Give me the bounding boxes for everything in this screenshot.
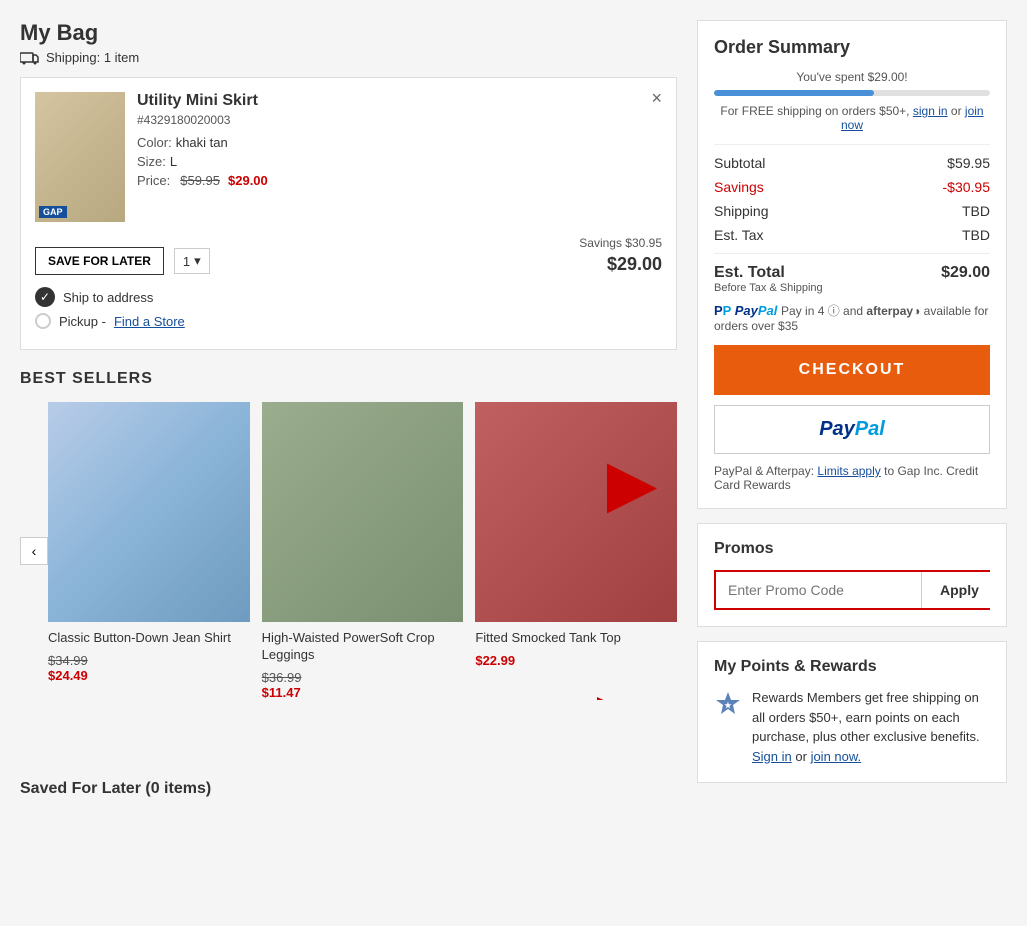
products-row: Classic Button-Down Jean Shirt $34.99 $2… [48,402,677,700]
my-bag-title: My Bag [20,20,677,46]
fulfillment-options: Ship to address Pickup - Find a Store [35,287,662,329]
est-tax-row: Est. Tax TBD [714,227,990,243]
promo-input-row: Apply [714,570,990,610]
checkout-button[interactable]: CHECKOUT [714,345,990,395]
promos-title: Promos [714,540,990,558]
item-name: Utility Mini Skirt [137,92,662,110]
savings-row: Savings -$30.95 [714,179,990,195]
item-sku: #4329180020003 [137,113,662,127]
order-summary-box: Order Summary You've spent $29.00! For F… [697,20,1007,509]
rewards-content: ★ Rewards Members get free shipping on a… [714,688,990,766]
pickup-radio[interactable] [35,313,51,329]
sign-in-link[interactable]: sign in [913,104,948,118]
est-total-row: Est. Total Before Tax & Shipping $29.00 [714,264,990,294]
product-card[interactable]: Classic Button-Down Jean Shirt $34.99 $2… [48,402,250,700]
shipping-info: Shipping: 1 item [20,50,677,65]
shipping-icon [20,51,40,65]
rewards-title: My Points & Rewards [714,658,990,676]
order-summary-title: Order Summary [714,37,990,58]
promo-code-input[interactable] [716,572,921,608]
apply-promo-button[interactable]: Apply [921,572,997,608]
pickup-label: Pickup - [59,314,106,329]
paypal-button-text: PayPal [819,418,885,441]
product-name-1: Classic Button-Down Jean Shirt [48,630,250,647]
rewards-description: Rewards Members get free shipping on all… [752,688,990,766]
ship-to-address-label: Ship to address [63,290,153,305]
limits-apply-link[interactable]: Limits apply [817,464,880,478]
quantity-selector[interactable]: 1 ▾ [174,248,210,274]
rewards-star-icon: ★ [714,690,742,718]
product-card[interactable]: Fitted Smocked Tank Top $22.99 [475,402,677,700]
saved-for-later-section: Saved For Later (0 items) [20,780,677,798]
progress-bar-fill [714,90,874,96]
product-name-2: High-Waisted PowerSoft Crop Leggings [262,630,464,664]
carousel-prev-button[interactable]: ‹ [20,537,48,565]
product-name-3: Fitted Smocked Tank Top [475,630,677,647]
sale-price: $29.00 [228,173,268,188]
progress-bar [714,90,990,96]
save-for-later-button[interactable]: SAVE FOR LATER [35,247,164,275]
paypal-logo: PP PayPal [714,303,781,318]
product-card[interactable]: High-Waisted PowerSoft Crop Leggings $36… [262,402,464,700]
find-store-link[interactable]: Find a Store [114,314,185,329]
product-image-tanktop [475,402,677,622]
ship-to-address-option[interactable]: Ship to address [35,287,662,307]
est-total-label: Est. Total [714,264,823,282]
rewards-box: My Points & Rewards ★ Rewards Members ge… [697,641,1007,783]
remove-item-button[interactable]: × [651,88,662,109]
checked-icon [35,287,55,307]
item-price: Price: $59.95 $29.00 [137,173,662,188]
paypal-info: PP PayPal Pay in 4 ⓘ and afterpay◑ avail… [714,302,990,333]
product-prices-1: $34.99 $24.49 [48,653,250,683]
item-size: Size:L [137,154,662,169]
est-total-value: $29.00 [941,264,990,294]
red-arrow-2-icon [597,687,677,700]
rewards-join-now-link[interactable]: join now. [811,749,862,764]
product-prices-3: $22.99 [475,653,677,668]
item-image: GAP [35,92,125,222]
progress-text: You've spent $29.00! [714,70,990,84]
svg-text:★: ★ [724,701,732,710]
free-shipping-message: For FREE shipping on orders $50+, sign i… [714,104,990,132]
paypal-button[interactable]: PayPal [714,405,990,454]
item-total: $29.00 [579,254,662,275]
pickup-option[interactable]: Pickup - Find a Store [35,313,662,329]
est-total-sub: Before Tax & Shipping [714,282,823,294]
promos-box: Promos Apply [697,523,1007,627]
cart-item: × GAP Utility Mini Skirt #4329180020003 … [20,77,677,350]
rewards-sign-in-link[interactable]: Sign in [752,749,792,764]
red-arrow-icon [607,454,677,524]
shipping-row: Shipping TBD [714,203,990,219]
savings-text: Savings $30.95 [579,236,662,250]
subtotal-row: Subtotal $59.95 [714,155,990,171]
product-image-jeanshirt [48,402,250,622]
product-prices-2: $36.99 $11.47 [262,670,464,700]
gap-badge: GAP [39,206,67,218]
original-price: $59.95 [180,173,220,188]
progress-section: You've spent $29.00! For FREE shipping o… [714,70,990,132]
best-sellers-carousel: ‹ Classic Button-Down Jean Shirt $34.99 … [20,402,677,700]
paypal-limits-text: PayPal & Afterpay: Limits apply to Gap I… [714,464,990,492]
item-color: Color:khaki tan [137,135,662,150]
best-sellers-title: BEST SELLERS [20,370,677,388]
product-image-leggings [262,402,464,622]
